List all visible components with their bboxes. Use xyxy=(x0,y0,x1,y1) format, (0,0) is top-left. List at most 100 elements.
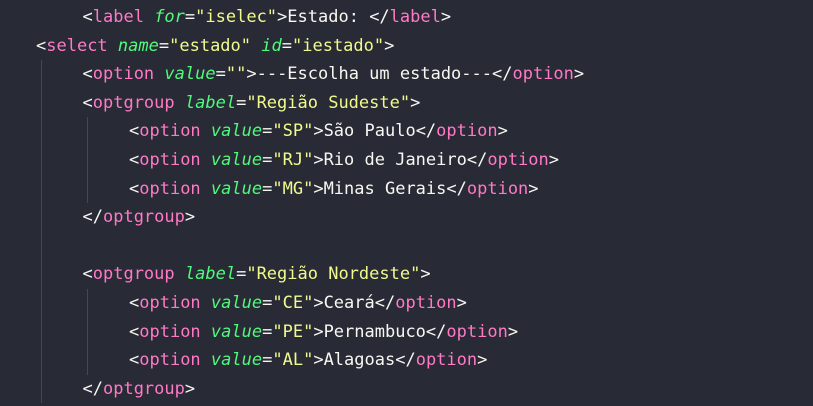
code-punctuation: </ xyxy=(82,378,103,399)
code-line[interactable]: </optgroup> xyxy=(83,375,196,403)
code-line[interactable]: <option value="PE">Pernambuco</option> xyxy=(129,318,518,346)
code-attribute-name: value xyxy=(164,64,216,85)
code-tag-name: optgroup xyxy=(102,207,185,228)
code-attribute-name: value xyxy=(210,321,263,342)
code-text-content: Pernambuco xyxy=(323,321,426,342)
code-tag-name: option xyxy=(139,121,201,142)
code-punctuation: </ xyxy=(466,150,488,170)
indent-guide xyxy=(87,117,88,204)
code-attribute-value: "PE" xyxy=(272,321,314,342)
code-punctuation: = xyxy=(262,321,273,342)
code-text-content: Alagoas xyxy=(323,350,396,371)
code-attribute-name: for xyxy=(154,7,185,27)
code-punctuation: > xyxy=(246,64,257,85)
code-punctuation: > xyxy=(384,35,395,56)
code-punctuation: </ xyxy=(395,350,416,371)
code-punctuation: = xyxy=(262,350,273,371)
code-punctuation: > xyxy=(477,350,488,371)
code-punctuation: </ xyxy=(446,178,467,199)
code-punctuation: </ xyxy=(374,293,396,313)
code-attribute-value: "MG" xyxy=(272,178,314,199)
code-attribute-value: "CE" xyxy=(272,293,314,313)
code-line[interactable]: <option value="SP">São Paulo</option> xyxy=(129,117,508,145)
code-punctuation: < xyxy=(82,64,93,85)
code-tag-name: option xyxy=(487,150,549,170)
code-punctuation: < xyxy=(129,321,140,342)
code-attribute-name: label xyxy=(184,264,237,285)
code-punctuation: = xyxy=(184,7,196,27)
code-line[interactable]: <optgroup label="Região Nordeste"> xyxy=(83,260,431,288)
code-punctuation: = xyxy=(262,293,273,313)
code-line[interactable]: <label for="iselec">Estado: </label> xyxy=(83,3,452,31)
code-editor[interactable]: <label for="iselec">Estado: </label> <sel… xyxy=(0,0,813,406)
code-tag-name: label xyxy=(389,7,441,27)
code-tag-name: option xyxy=(139,321,201,342)
code-tag-name: optgroup xyxy=(92,92,175,113)
code-punctuation: < xyxy=(129,178,140,199)
code-text-content: ---Escolha um estado--- xyxy=(256,64,492,85)
indent-guide xyxy=(87,289,88,375)
code-line[interactable]: <option value="MG">Minas Gerais</option> xyxy=(129,175,539,203)
code-punctuation: = xyxy=(281,35,292,56)
code-punctuation: < xyxy=(36,35,47,56)
code-tag-name: option xyxy=(446,321,508,342)
code-punctuation: < xyxy=(82,92,93,113)
code-punctuation: > xyxy=(440,7,452,27)
code-punctuation: </ xyxy=(425,321,447,342)
code-punctuation: < xyxy=(82,7,93,27)
code-attribute-name: name xyxy=(117,35,159,56)
code-text-content: Ceará xyxy=(323,293,375,313)
code-punctuation: </ xyxy=(492,64,513,85)
code-attribute-name: value xyxy=(210,293,263,313)
code-line[interactable]: <option value="AL">Alagoas</option> xyxy=(129,346,487,374)
code-line[interactable]: <option value="CE">Ceará</option> xyxy=(129,289,467,317)
code-tag-name: label xyxy=(92,7,144,27)
code-punctuation: > xyxy=(313,150,324,170)
code-attribute-value: "Região Sudeste" xyxy=(246,92,411,113)
code-punctuation: > xyxy=(548,150,560,170)
code-punctuation: < xyxy=(82,264,93,285)
code-attribute-value: "iestado" xyxy=(292,35,385,56)
code-line[interactable]: <select name="estado" id="iestado"> xyxy=(36,32,394,60)
code-attribute-value: "estado" xyxy=(169,35,252,56)
code-punctuation: = xyxy=(158,35,170,56)
code-attribute-name: value xyxy=(210,150,263,170)
code-punctuation: = xyxy=(262,150,273,170)
code-punctuation: < xyxy=(129,121,140,142)
code-attribute-value: "Região Nordeste" xyxy=(246,264,421,285)
code-text-content: São Paulo xyxy=(323,121,416,142)
code-punctuation: > xyxy=(313,178,324,199)
code-punctuation: > xyxy=(184,378,196,399)
code-punctuation: > xyxy=(184,207,196,228)
code-punctuation: = xyxy=(236,264,247,285)
code-line[interactable]: <optgroup label="Região Sudeste"> xyxy=(83,89,421,117)
code-attribute-value: "" xyxy=(225,64,247,85)
code-line[interactable]: <option value="RJ">Rio de Janeiro</optio… xyxy=(129,146,559,174)
code-tag-name: option xyxy=(512,64,574,85)
code-tag-name: optgroup xyxy=(102,378,185,399)
code-punctuation: > xyxy=(456,293,467,313)
code-tag-name: option xyxy=(139,150,201,170)
code-punctuation: = xyxy=(262,178,273,199)
code-attribute-value: "AL" xyxy=(272,350,314,371)
code-tag-name: option xyxy=(139,293,201,313)
code-attribute-name: value xyxy=(210,121,263,142)
code-attribute-value: "SP" xyxy=(272,121,314,142)
code-punctuation: < xyxy=(129,350,140,371)
code-tag-name: option xyxy=(92,64,155,85)
code-attribute-name: id xyxy=(261,35,282,56)
code-tag-name: option xyxy=(139,350,201,371)
code-line[interactable]: <option value="">---Escolha um estado---… xyxy=(83,60,585,88)
code-line[interactable]: </optgroup> xyxy=(83,203,196,231)
code-tag-name: select xyxy=(46,35,108,56)
code-punctuation: > xyxy=(313,350,324,371)
